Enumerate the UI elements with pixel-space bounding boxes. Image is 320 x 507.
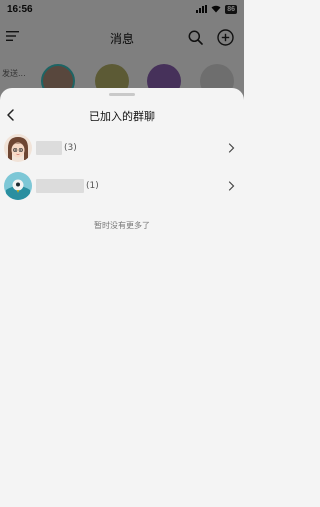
group-row[interactable]: (1) [0, 170, 244, 204]
group-avatar [4, 134, 32, 162]
joined-groups-sheet: 已加入的群聊 (3) (1) 暂时没有更多了 [0, 88, 244, 507]
drag-handle[interactable] [109, 93, 135, 96]
bird-logo-icon [4, 172, 32, 200]
no-more-text: 暂时没有更多了 [94, 221, 150, 230]
member-count: (3) [64, 143, 77, 153]
chevron-right-icon [228, 143, 235, 153]
chevron-right-icon [228, 181, 235, 191]
anime-girl-avatar-icon [4, 134, 32, 162]
group-name-redacted [36, 141, 62, 155]
sheet-title: 已加入的群聊 [89, 110, 155, 123]
group-row[interactable]: (3) [0, 132, 244, 166]
member-count: (1) [86, 181, 99, 191]
group-avatar [4, 172, 32, 200]
group-name-redacted [36, 179, 84, 193]
